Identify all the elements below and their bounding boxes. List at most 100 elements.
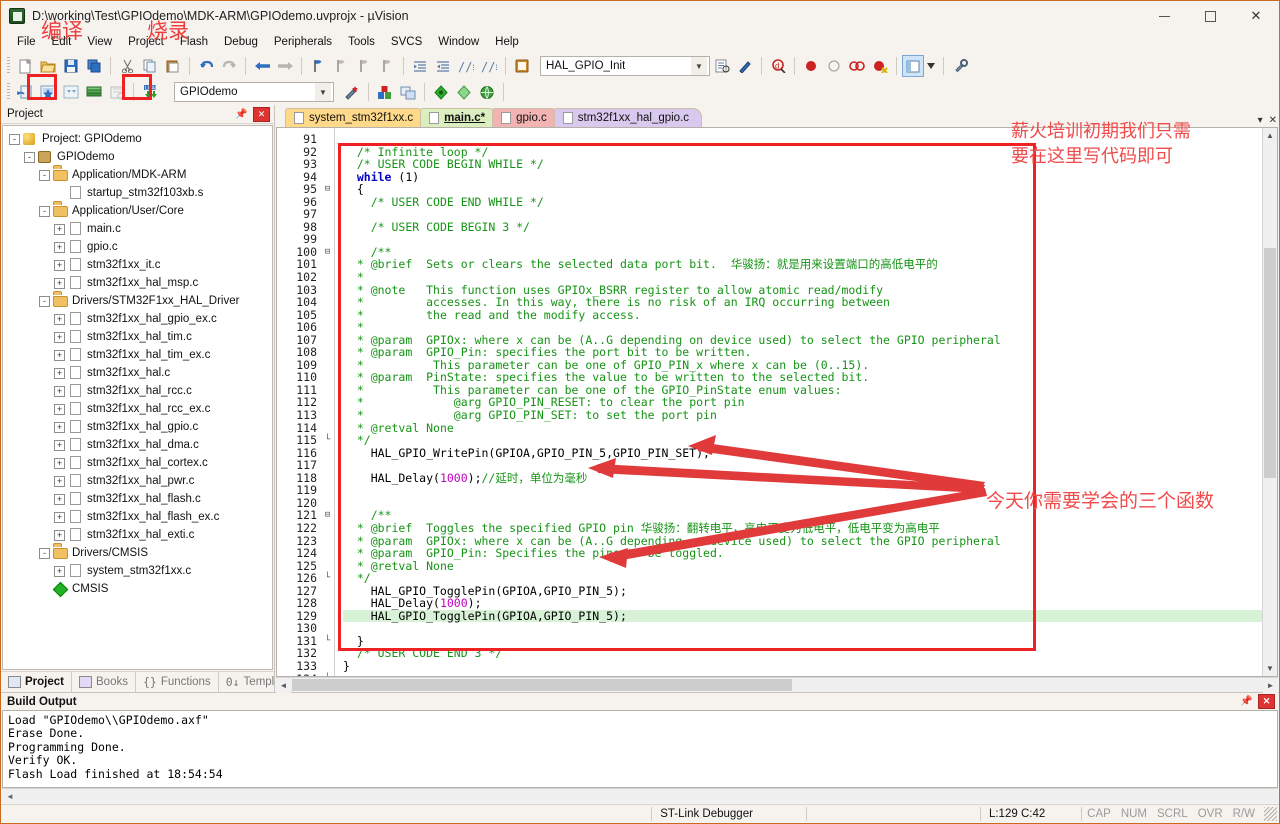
stop-build-icon[interactable] bbox=[106, 81, 128, 103]
paste-icon[interactable] bbox=[162, 55, 184, 77]
fold-end-icon[interactable]: └ bbox=[321, 434, 334, 447]
project-tree[interactable]: - Project: GPIOdemo - GPIOdemo - Application/… bbox=[2, 125, 273, 670]
menu-project[interactable]: Project bbox=[120, 33, 172, 51]
build-pin-icon[interactable]: 📌 bbox=[1238, 694, 1255, 709]
tree-item[interactable]: + system_stm32f1xx.c bbox=[3, 562, 272, 580]
breakpoint-insert-icon[interactable] bbox=[800, 55, 822, 77]
tree-item[interactable]: + main.c bbox=[3, 220, 272, 238]
tree-item[interactable]: + stm32f1xx_hal_rcc.c bbox=[3, 382, 272, 400]
cut-icon[interactable] bbox=[116, 55, 138, 77]
expand-icon[interactable]: + bbox=[54, 223, 65, 235]
expand-icon[interactable]: + bbox=[54, 367, 65, 379]
scroll-down-button[interactable]: ▼ bbox=[1263, 661, 1277, 676]
expand-icon[interactable]: + bbox=[54, 475, 65, 487]
tab-close-icon[interactable]: ✕ bbox=[1269, 115, 1277, 126]
chevron-down-icon[interactable]: ▼ bbox=[691, 57, 707, 75]
close-button[interactable]: ✕ bbox=[1233, 1, 1279, 31]
tab-project[interactable]: Project bbox=[1, 672, 72, 692]
fold-end-icon[interactable]: └ bbox=[321, 572, 334, 585]
expand-icon[interactable]: + bbox=[54, 277, 65, 289]
code-line[interactable]: */ bbox=[343, 434, 1262, 447]
tree-item[interactable]: + stm32f1xx_hal_cortex.c bbox=[3, 454, 272, 472]
expand-icon[interactable]: + bbox=[54, 529, 65, 541]
code-line[interactable]: HAL_GPIO_WritePin(GPIOA,GPIO_PIN_5,GPIO_… bbox=[343, 447, 1262, 460]
tree-item[interactable]: - Drivers/STM32F1xx_HAL_Driver bbox=[3, 292, 272, 310]
expand-icon[interactable]: + bbox=[54, 349, 65, 361]
expand-icon[interactable]: + bbox=[54, 421, 65, 433]
code-line[interactable]: * @arg GPIO_PIN_SET: to set the port pin bbox=[343, 409, 1262, 422]
comment-icon[interactable]: //≡ bbox=[455, 55, 477, 77]
tab-books[interactable]: Books bbox=[72, 672, 136, 692]
tree-item[interactable]: startup_stm32f103xb.s bbox=[3, 184, 272, 202]
navigate-forward-icon[interactable] bbox=[274, 55, 296, 77]
configure-icon[interactable] bbox=[949, 55, 971, 77]
tree-item[interactable]: - Drivers/CMSIS bbox=[3, 544, 272, 562]
menu-window[interactable]: Window bbox=[430, 33, 487, 51]
build-output-scrollbar[interactable]: ◄ bbox=[2, 788, 1278, 803]
batch-build-icon[interactable] bbox=[83, 81, 105, 103]
find-in-files-icon[interactable] bbox=[711, 55, 733, 77]
window-layout-icon[interactable] bbox=[902, 55, 924, 77]
tree-item[interactable]: + stm32f1xx_hal_flash_ex.c bbox=[3, 508, 272, 526]
window-resize-grip[interactable] bbox=[1263, 807, 1277, 821]
code-view[interactable]: 91 92 93 94 95 96 97 98 99 100 101 102 103 104 105 106 1… bbox=[277, 128, 1262, 676]
fold-collapse-icon[interactable]: ⊟ bbox=[321, 183, 334, 196]
hscroll-thumb[interactable] bbox=[292, 679, 792, 691]
tree-item[interactable]: + stm32f1xx_hal_dma.c bbox=[3, 436, 272, 454]
code-line[interactable]: } bbox=[343, 660, 1262, 673]
close-icon[interactable]: ✕ bbox=[253, 106, 270, 122]
code-line[interactable]: */ bbox=[343, 572, 1262, 585]
code-line[interactable] bbox=[343, 673, 1262, 676]
expand-icon[interactable]: + bbox=[54, 493, 65, 505]
manage-runtime-icon[interactable] bbox=[453, 81, 475, 103]
editor-vertical-scrollbar[interactable]: ▲ ▼ bbox=[1262, 128, 1277, 676]
editor-horizontal-scrollbar[interactable]: ◄ ► bbox=[276, 677, 1278, 693]
redo-icon[interactable] bbox=[218, 55, 240, 77]
expand-icon[interactable]: + bbox=[54, 259, 65, 271]
bookmark-list-icon[interactable] bbox=[511, 55, 533, 77]
code-line[interactable]: while (1) bbox=[343, 170, 1262, 184]
layout-dropdown-icon[interactable] bbox=[925, 55, 938, 77]
bookmark-clear-icon[interactable] bbox=[376, 55, 398, 77]
indent-icon[interactable] bbox=[409, 55, 431, 77]
scroll-left-button[interactable]: ◄ bbox=[276, 678, 291, 693]
tree-item[interactable]: - Project: GPIOdemo bbox=[3, 130, 272, 148]
manage-multiproject-icon[interactable] bbox=[397, 81, 419, 103]
undo-icon[interactable] bbox=[195, 55, 217, 77]
tree-item[interactable]: - GPIOdemo bbox=[3, 148, 272, 166]
menu-edit[interactable]: Edit bbox=[44, 33, 80, 51]
scroll-thumb[interactable] bbox=[1264, 248, 1276, 478]
expand-icon[interactable]: + bbox=[54, 331, 65, 343]
build-close-icon[interactable]: ✕ bbox=[1258, 694, 1275, 709]
code-line[interactable] bbox=[343, 233, 1262, 246]
tree-item[interactable]: + stm32f1xx_hal_exti.c bbox=[3, 526, 272, 544]
target-options-icon[interactable] bbox=[341, 81, 363, 103]
copy-icon[interactable] bbox=[139, 55, 161, 77]
function-combo[interactable]: HAL_GPIO_Init ▼ bbox=[540, 56, 710, 76]
expand-icon[interactable]: + bbox=[54, 385, 65, 397]
collapse-icon[interactable]: - bbox=[24, 151, 35, 163]
code-line[interactable]: * @retval None bbox=[343, 559, 1262, 573]
fold-end-icon[interactable]: └ bbox=[321, 635, 334, 648]
code-line[interactable]: /* USER CODE BEGIN 3 */ bbox=[343, 221, 1262, 234]
menu-peripherals[interactable]: Peripherals bbox=[266, 33, 340, 51]
tree-item[interactable]: - Application/MDK-ARM bbox=[3, 166, 272, 184]
pin-icon[interactable]: 📌 bbox=[233, 107, 250, 122]
tree-item[interactable]: - Application/User/Core bbox=[3, 202, 272, 220]
toolbar-grip[interactable] bbox=[7, 57, 10, 75]
collapse-icon[interactable]: - bbox=[39, 169, 50, 181]
code-line[interactable] bbox=[343, 622, 1262, 635]
collapse-icon[interactable]: - bbox=[9, 133, 20, 145]
tree-item[interactable]: + stm32f1xx_hal_flash.c bbox=[3, 490, 272, 508]
pack-installer-icon[interactable] bbox=[430, 81, 452, 103]
editor-tab[interactable]: gpio.c bbox=[492, 108, 560, 127]
download-to-flash-icon[interactable]: LOAD bbox=[139, 81, 161, 103]
tree-item[interactable]: CMSIS bbox=[3, 580, 272, 598]
editor-tab[interactable]: main.c* bbox=[420, 108, 499, 127]
target-combo[interactable]: GPIOdemo ▼ bbox=[174, 82, 334, 102]
chevron-down-icon[interactable]: ▼ bbox=[315, 83, 331, 101]
save-all-icon[interactable] bbox=[83, 55, 105, 77]
outdent-icon[interactable] bbox=[432, 55, 454, 77]
code-folding-column[interactable]: ⊟ ⊟ └ ⊟ └ └ └ bbox=[321, 128, 335, 676]
expand-icon[interactable]: + bbox=[54, 457, 65, 469]
